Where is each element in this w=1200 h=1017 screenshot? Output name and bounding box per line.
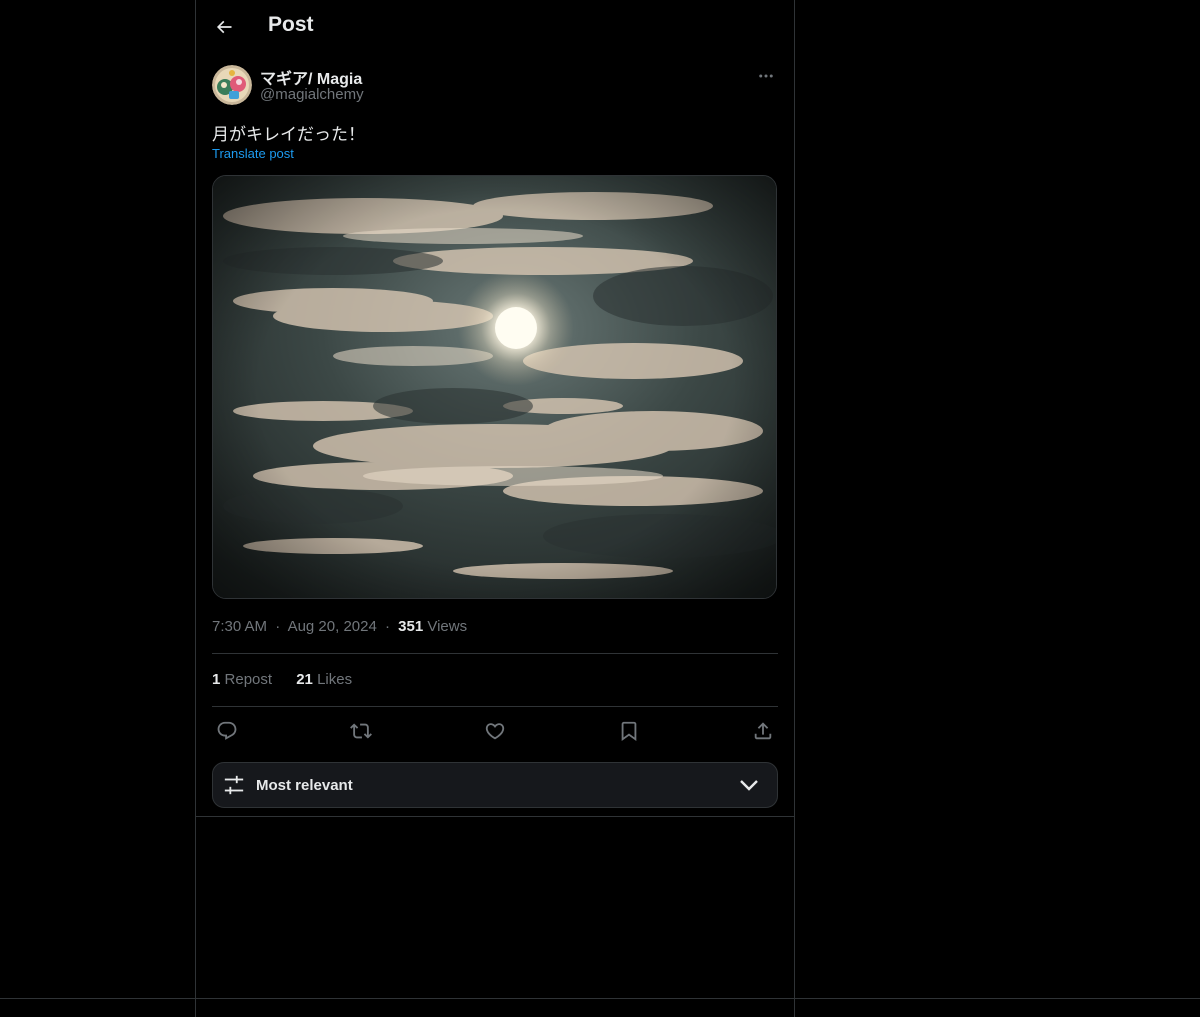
reposts-label: Repost	[224, 671, 273, 688]
reposts-stat[interactable]: 1 Repost	[212, 671, 272, 688]
post-time[interactable]: 7:30 AM	[212, 618, 267, 635]
main-column: Post マギア/ Magia @magialchemy 月がキレイだった！ T…	[195, 0, 795, 1017]
header: Post	[196, 0, 794, 54]
page: Post マギア/ Magia @magialchemy 月がキレイだった！ T…	[0, 0, 1200, 1017]
back-button[interactable]	[208, 11, 240, 43]
bookmark-icon	[618, 720, 640, 742]
post-date[interactable]: Aug 20, 2024	[288, 618, 377, 635]
meta-separator: ·	[384, 618, 390, 635]
page-title: Post	[268, 13, 314, 36]
reply-button[interactable]	[212, 716, 242, 746]
reply-icon	[216, 720, 238, 742]
post-text: 月がキレイだった！	[212, 125, 365, 145]
more-options-button[interactable]	[754, 64, 778, 88]
bottom-divider	[0, 998, 1200, 999]
more-dots-icon	[757, 67, 775, 85]
divider	[212, 706, 778, 707]
meta-separator: ·	[275, 618, 281, 635]
post-image[interactable]	[212, 175, 777, 599]
action-bar	[212, 712, 778, 748]
post-stats: 1 Repost 21 Likes	[212, 671, 372, 688]
share-icon	[752, 720, 774, 742]
author-row: マギア/ Magia @magialchemy	[212, 64, 778, 108]
like-button[interactable]	[480, 716, 510, 746]
divider	[212, 653, 778, 654]
bookmark-button[interactable]	[614, 716, 644, 746]
views-label: Views	[427, 618, 468, 635]
share-button[interactable]	[748, 716, 778, 746]
like-icon	[484, 720, 506, 742]
views-count: 351	[398, 618, 424, 635]
section-divider	[196, 816, 794, 817]
likes-label: Likes	[317, 671, 353, 688]
likes-count: 21	[296, 671, 313, 688]
repost-button[interactable]	[346, 716, 376, 746]
arrow-left-icon	[214, 17, 234, 37]
translate-post-link[interactable]: Translate post	[212, 146, 294, 161]
sort-label: Most relevant	[256, 777, 353, 794]
post-meta: 7:30 AM · Aug 20, 2024 · 351 Views	[212, 618, 467, 635]
chevron-down-icon	[739, 777, 759, 793]
avatar[interactable]	[212, 65, 252, 105]
reposts-count: 1	[212, 671, 221, 688]
sort-replies-dropdown[interactable]: Most relevant	[212, 762, 778, 808]
repost-icon	[350, 720, 372, 742]
likes-stat[interactable]: 21 Likes	[296, 671, 352, 688]
author-handle[interactable]: @magialchemy	[260, 86, 364, 103]
filter-sliders-icon	[223, 774, 245, 796]
